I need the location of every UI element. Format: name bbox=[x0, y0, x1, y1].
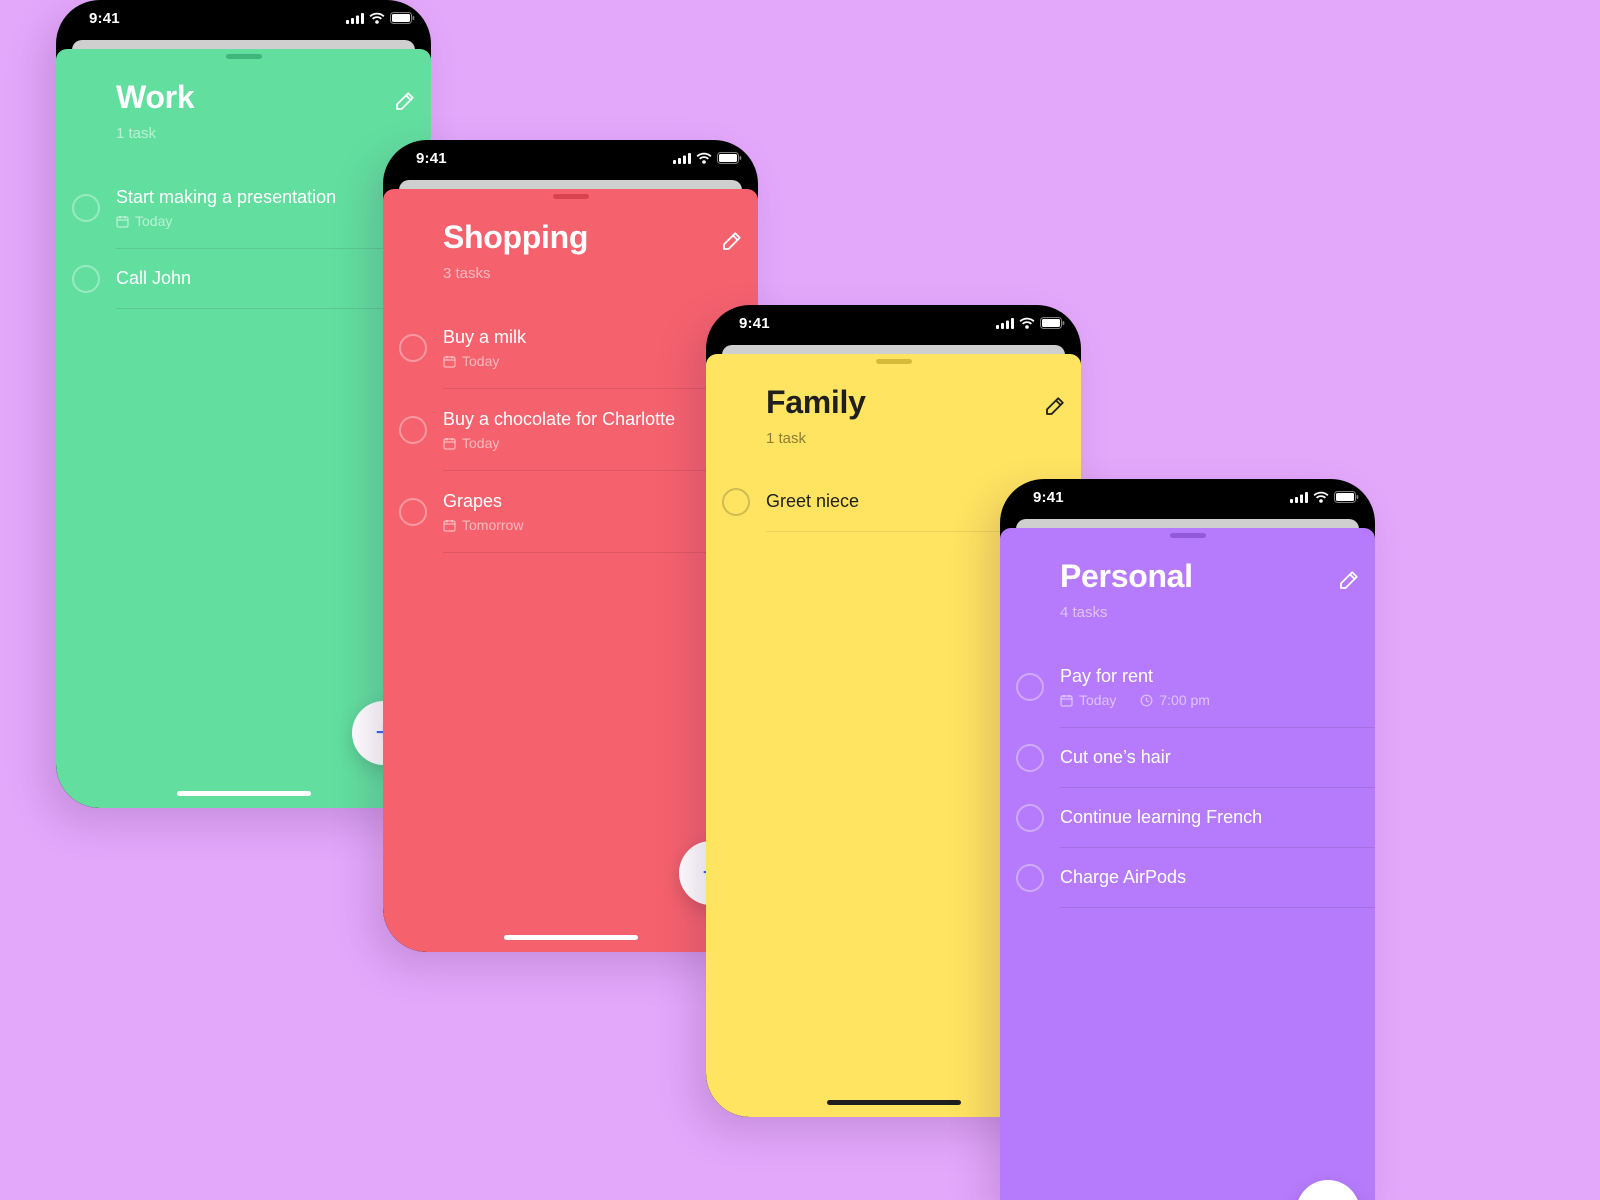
list-title: Family bbox=[766, 384, 866, 420]
wifi-icon bbox=[1019, 317, 1035, 329]
task-meta: Today bbox=[116, 213, 172, 229]
task-title: Buy a chocolate for Charlotte bbox=[443, 409, 676, 429]
task-time: 7:00 pm bbox=[1159, 692, 1210, 708]
sheet-grabber[interactable] bbox=[875, 359, 912, 364]
status-time: 9:41 bbox=[739, 315, 770, 332]
calendar-icon bbox=[443, 355, 456, 368]
list-item[interactable]: Cut one’s hair bbox=[1000, 728, 1375, 788]
task-body: Continue learning French bbox=[1060, 788, 1375, 848]
task-checkbox[interactable] bbox=[1016, 673, 1044, 701]
home-indicator bbox=[826, 1100, 961, 1105]
cellular-signal-icon bbox=[996, 317, 1014, 329]
task-count: 3 tasks bbox=[443, 265, 491, 282]
status-icons bbox=[673, 152, 742, 164]
task-date: Tomorrow bbox=[462, 517, 524, 533]
task-meta: Tomorrow bbox=[443, 517, 523, 533]
task-meta: Today bbox=[443, 353, 499, 369]
calendar-icon bbox=[443, 519, 456, 532]
task-title: Start making a presentation bbox=[116, 187, 337, 207]
status-icons bbox=[1290, 491, 1359, 503]
wifi-icon bbox=[1313, 491, 1329, 503]
list-title: Work bbox=[116, 79, 195, 115]
task-title: Grapes bbox=[443, 491, 503, 511]
task-date: Today bbox=[462, 435, 500, 451]
task-title: Pay for rent bbox=[1060, 666, 1154, 686]
list-item[interactable]: Call John bbox=[56, 249, 431, 309]
list-sheet: Work 1 task Start making a presentation … bbox=[56, 49, 431, 808]
list-item[interactable]: Grapes Tomorrow bbox=[383, 471, 758, 553]
add-task-button[interactable]: + bbox=[1296, 1180, 1360, 1200]
battery-icon bbox=[1334, 491, 1359, 503]
home-indicator bbox=[176, 791, 311, 796]
list-item[interactable]: Pay for rent Today 7:00 pm bbox=[1000, 646, 1375, 728]
pencil-icon[interactable] bbox=[1337, 568, 1361, 592]
list-title: Shopping bbox=[443, 219, 589, 255]
list-sheet: Shopping 3 tasks Buy a milk Today Buy a … bbox=[383, 189, 758, 952]
phone-shopping: 9:41 Shopping 3 tasks Buy a milk Today B… bbox=[383, 140, 758, 952]
list-title: Personal bbox=[1060, 558, 1193, 594]
calendar-icon bbox=[443, 437, 456, 450]
pencil-icon[interactable] bbox=[1043, 394, 1067, 418]
task-date: Today bbox=[135, 213, 173, 229]
status-icons bbox=[346, 12, 415, 24]
task-list: Pay for rent Today 7:00 pm Cut one’s hai… bbox=[1000, 646, 1375, 908]
task-title: Greet niece bbox=[766, 491, 860, 511]
home-indicator bbox=[503, 935, 638, 940]
task-checkbox[interactable] bbox=[399, 416, 427, 444]
battery-icon bbox=[1040, 317, 1065, 329]
task-list: Start making a presentation Today Call J… bbox=[56, 167, 431, 309]
list-item[interactable]: Buy a milk Today bbox=[383, 307, 758, 389]
status-time: 9:41 bbox=[416, 150, 447, 167]
sheet-grabber[interactable] bbox=[225, 54, 262, 59]
task-title: Continue learning French bbox=[1060, 807, 1263, 827]
cellular-signal-icon bbox=[346, 12, 364, 24]
pencil-icon[interactable] bbox=[393, 89, 417, 113]
task-title: Charge AirPods bbox=[1060, 867, 1187, 887]
task-checkbox[interactable] bbox=[399, 334, 427, 362]
status-icons bbox=[996, 317, 1065, 329]
task-checkbox[interactable] bbox=[72, 194, 100, 222]
list-item[interactable]: Continue learning French bbox=[1000, 788, 1375, 848]
task-title: Cut one’s hair bbox=[1060, 747, 1171, 767]
task-body: Pay for rent Today 7:00 pm bbox=[1060, 646, 1375, 728]
task-body: Cut one’s hair bbox=[1060, 728, 1375, 788]
task-checkbox[interactable] bbox=[72, 265, 100, 293]
task-checkbox[interactable] bbox=[1016, 804, 1044, 832]
wifi-icon bbox=[696, 152, 712, 164]
task-count: 1 task bbox=[766, 430, 807, 447]
task-checkbox[interactable] bbox=[1016, 744, 1044, 772]
task-meta: Today bbox=[443, 435, 499, 451]
task-checkbox[interactable] bbox=[1016, 864, 1044, 892]
cellular-signal-icon bbox=[673, 152, 691, 164]
task-checkbox[interactable] bbox=[722, 488, 750, 516]
list-item[interactable]: Charge AirPods bbox=[1000, 848, 1375, 908]
task-title: Buy a milk bbox=[443, 327, 527, 347]
sheet-grabber[interactable] bbox=[1169, 533, 1206, 538]
task-body: Charge AirPods bbox=[1060, 848, 1375, 908]
phone-work: 9:41 Work 1 task Start making a presenta… bbox=[56, 0, 431, 808]
cellular-signal-icon bbox=[1290, 491, 1308, 503]
task-date: Today bbox=[1079, 692, 1117, 708]
task-count: 4 tasks bbox=[1060, 604, 1108, 621]
task-list: Buy a milk Today Buy a chocolate for Cha… bbox=[383, 307, 758, 553]
task-checkbox[interactable] bbox=[399, 498, 427, 526]
battery-icon bbox=[717, 152, 742, 164]
status-time: 9:41 bbox=[1033, 489, 1064, 506]
calendar-icon bbox=[116, 215, 129, 228]
clock-icon bbox=[1140, 694, 1153, 706]
task-date: Today bbox=[462, 353, 500, 369]
sheet-grabber[interactable] bbox=[552, 194, 589, 199]
task-meta: Today 7:00 pm bbox=[1060, 692, 1210, 708]
pencil-icon[interactable] bbox=[720, 229, 744, 253]
phone-personal: 9:41 Personal 4 tasks Pay for rent Today bbox=[1000, 479, 1375, 1200]
list-item[interactable]: Start making a presentation Today bbox=[56, 167, 431, 249]
wifi-icon bbox=[369, 12, 385, 24]
calendar-icon bbox=[1060, 694, 1073, 707]
list-sheet: Personal 4 tasks Pay for rent Today 7:00… bbox=[1000, 528, 1375, 1200]
battery-icon bbox=[390, 12, 415, 24]
list-item[interactable]: Buy a chocolate for Charlotte Today bbox=[383, 389, 758, 471]
task-count: 1 task bbox=[116, 125, 157, 142]
task-title: Call John bbox=[116, 268, 192, 288]
status-time: 9:41 bbox=[89, 10, 120, 27]
